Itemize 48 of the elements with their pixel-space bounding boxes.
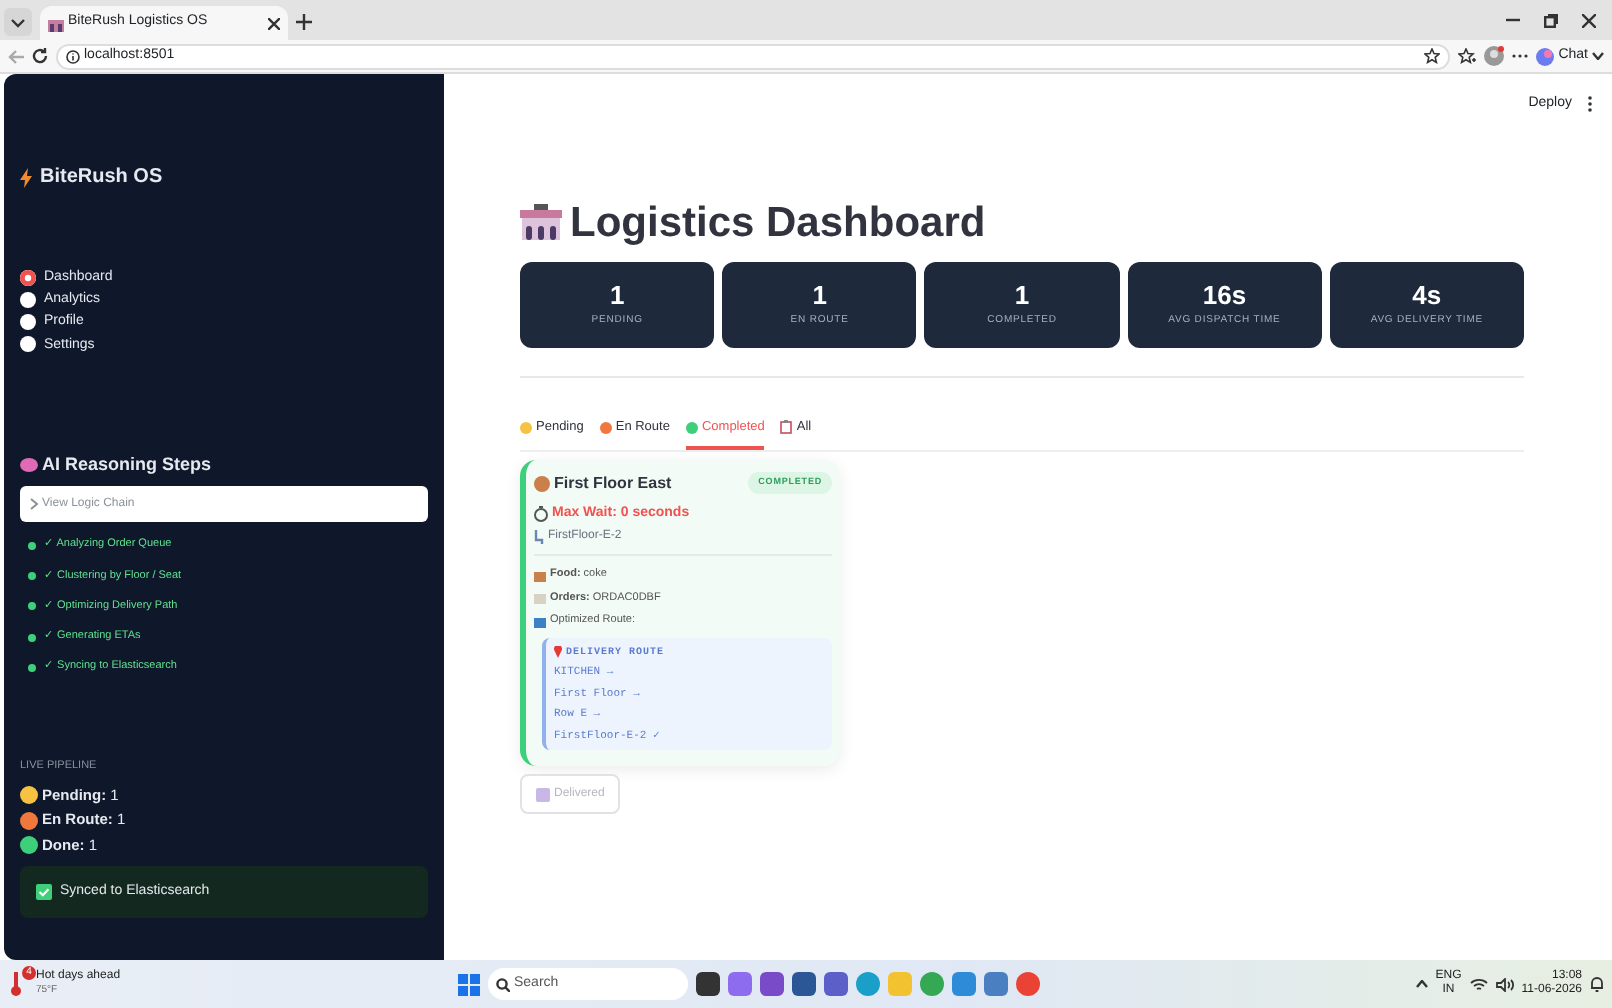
radio-button[interactable] — [20, 269, 36, 286]
radio-button[interactable] — [20, 291, 36, 308]
bullet-icon — [28, 663, 36, 672]
start-icon[interactable] — [458, 973, 480, 995]
metric-value: 1 — [609, 280, 625, 311]
info-icon[interactable] — [66, 49, 80, 63]
bullet-icon — [28, 572, 36, 581]
restore-icon[interactable] — [1544, 13, 1558, 27]
building-icon — [520, 204, 562, 241]
bullet-icon — [28, 602, 36, 611]
search-icon — [496, 977, 510, 991]
section-title: AI Reasoning Steps — [42, 451, 212, 478]
radio-button[interactable] — [20, 336, 36, 353]
app-icon[interactable] — [760, 972, 784, 996]
brand-title: BiteRush OS — [40, 164, 163, 192]
new-tab-icon[interactable] — [296, 14, 312, 30]
tab-list-icon[interactable] — [4, 8, 32, 36]
task-view-icon[interactable] — [696, 972, 720, 996]
radio-button[interactable] — [20, 314, 36, 330]
page-icon — [48, 15, 64, 31]
metric-value: 16s — [1202, 280, 1247, 311]
caret-icon — [1592, 52, 1604, 60]
minimize-icon[interactable] — [1506, 18, 1520, 22]
bullet-icon — [28, 541, 36, 550]
bullet-icon — [28, 633, 36, 642]
volume-icon[interactable] — [1495, 977, 1514, 991]
thermometer-icon — [8, 972, 24, 996]
app-icon[interactable] — [792, 972, 816, 996]
chevron-up-icon[interactable] — [1415, 980, 1428, 988]
close-icon[interactable] — [268, 17, 280, 29]
stopwatch-icon — [534, 506, 548, 522]
favorites-icon[interactable] — [1458, 48, 1477, 64]
metric-value: 1 — [1014, 280, 1030, 311]
card-title: First Floor East — [554, 471, 674, 496]
profile-icon[interactable] — [1484, 46, 1505, 66]
star-icon[interactable] — [1424, 48, 1441, 64]
wifi-icon[interactable] — [1469, 977, 1488, 991]
metric-value: 4s — [1412, 280, 1442, 311]
pin-icon — [554, 646, 562, 658]
page-title: Logistics Dashboard — [570, 197, 986, 249]
checkbox-icon — [536, 787, 550, 802]
metric-value: 1 — [812, 280, 827, 311]
app-icon[interactable] — [728, 972, 752, 996]
lightning-icon — [20, 167, 32, 187]
close-window-icon[interactable] — [1582, 13, 1596, 27]
reload-icon[interactable] — [32, 48, 48, 64]
bell-icon[interactable] — [1590, 976, 1604, 992]
app-icon[interactable] — [824, 972, 848, 996]
